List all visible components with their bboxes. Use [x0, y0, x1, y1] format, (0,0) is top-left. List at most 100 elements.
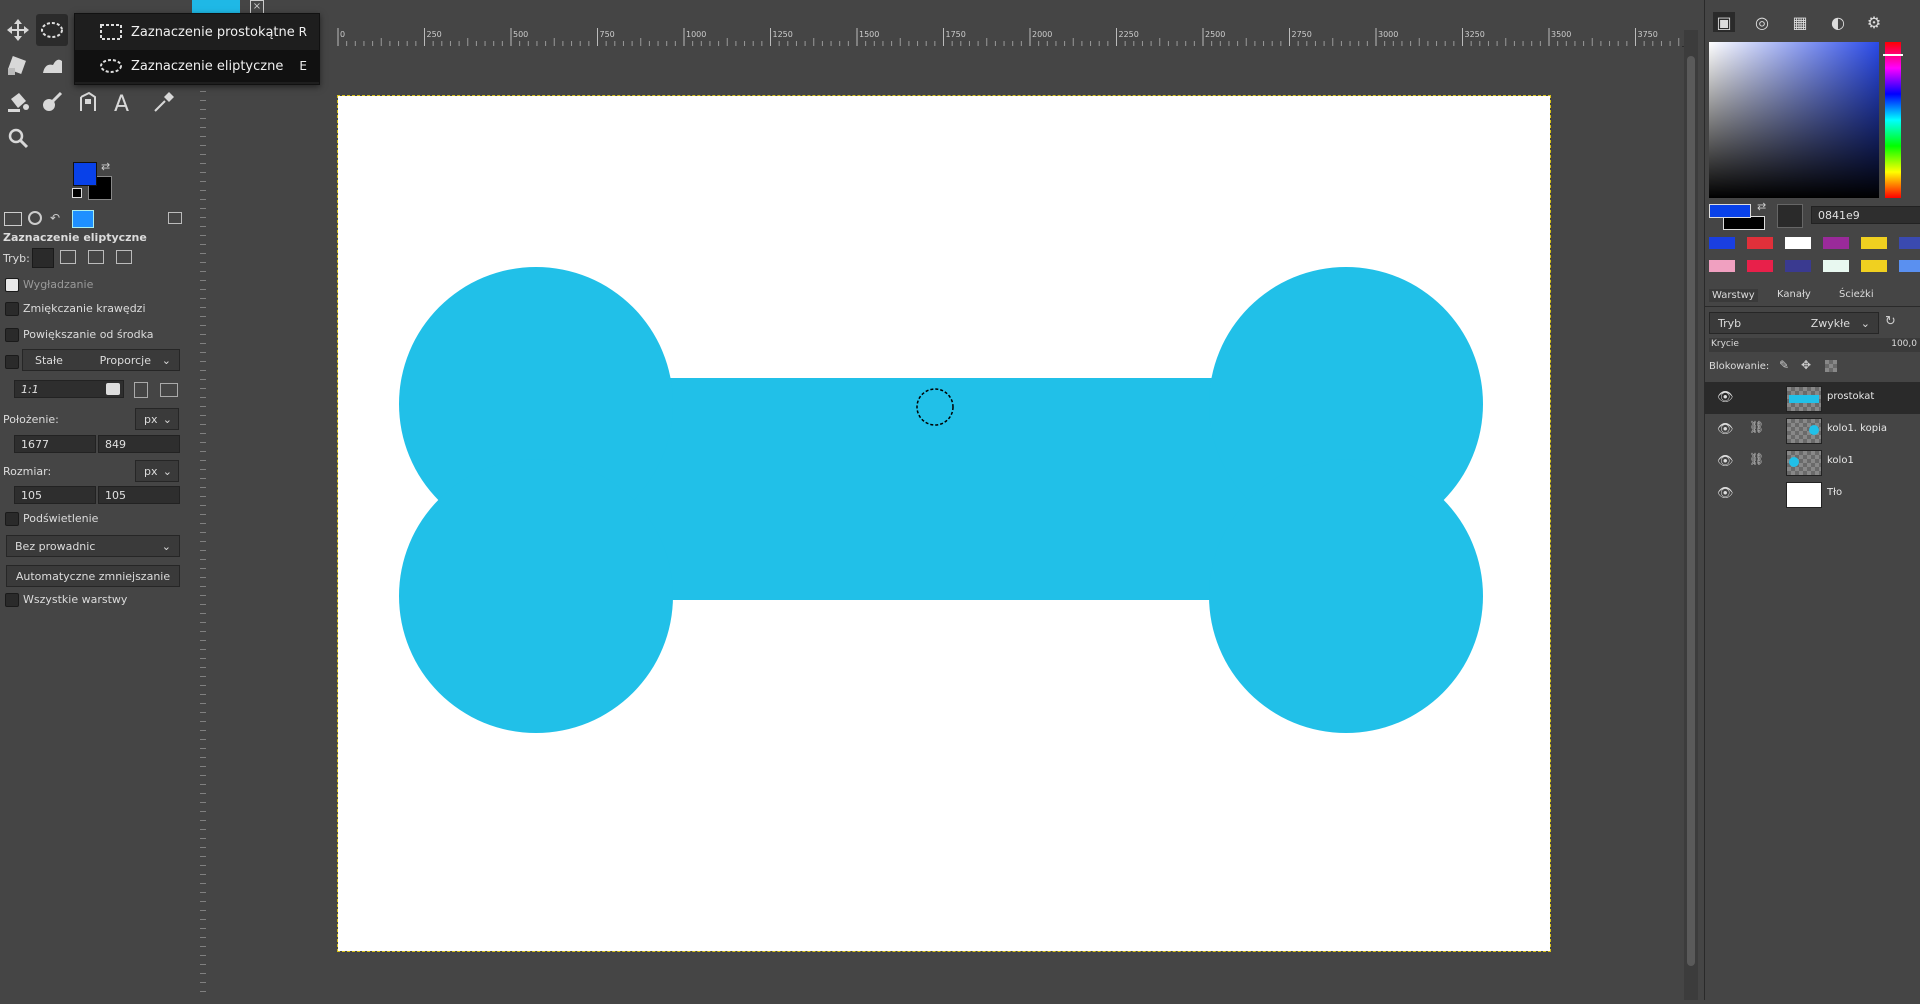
- default-colors-icon[interactable]: [72, 188, 82, 198]
- palette-swatch[interactable]: [1709, 237, 1735, 249]
- palette-swatch[interactable]: [1861, 237, 1887, 249]
- paintbrush-tool-icon[interactable]: [36, 86, 68, 118]
- text-tool-icon[interactable]: A: [108, 86, 140, 118]
- feather-checkbox[interactable]: [5, 302, 19, 316]
- layer-name[interactable]: prostokat: [1827, 391, 1874, 402]
- palette-swatch[interactable]: [1823, 260, 1849, 272]
- scrollbar-thumb[interactable]: [1687, 56, 1695, 966]
- layer-name[interactable]: Tło: [1827, 487, 1842, 498]
- position-unit-dropdown[interactable]: px ⌄: [135, 408, 179, 430]
- vertical-scrollbar[interactable]: [1684, 30, 1698, 1000]
- device-status-tab-icon[interactable]: [28, 211, 42, 225]
- mode-replace-button[interactable]: [32, 248, 54, 268]
- expand-from-center-checkbox[interactable]: [5, 328, 19, 342]
- layer-name[interactable]: kolo1. kopia: [1827, 423, 1887, 434]
- ellipse-select-tool-icon[interactable]: [36, 14, 68, 46]
- ruler-label: 3250: [1465, 30, 1485, 39]
- layer-thumbnail: [1786, 386, 1822, 412]
- foreground-color-swatch[interactable]: [73, 162, 97, 186]
- layer-mode-dropdown[interactable]: Tryb Zwykłe ⌄: [1709, 312, 1879, 334]
- antialias-checkbox[interactable]: [5, 278, 19, 292]
- ruler-label: 0: [340, 30, 345, 39]
- eye-icon[interactable]: 👁: [1717, 486, 1734, 501]
- opacity-slider[interactable]: Krycie 100,0: [1709, 338, 1920, 352]
- image-canvas[interactable]: [337, 95, 1551, 952]
- images-tab-icon[interactable]: [72, 210, 94, 228]
- palette-swatch[interactable]: [1861, 260, 1887, 272]
- ruler-label: 2500: [1205, 30, 1225, 39]
- zoom-tool-icon[interactable]: [2, 122, 34, 154]
- chain-link-icon[interactable]: ⛓: [1749, 452, 1764, 466]
- gradients-tab-icon[interactable]: ◐: [1827, 12, 1849, 32]
- warp-tool-icon[interactable]: [36, 50, 68, 82]
- autoshrink-button[interactable]: Automatyczne zmniejszanie: [6, 565, 180, 587]
- palette-swatch[interactable]: [1785, 260, 1811, 272]
- layer-thumbnail: [1786, 418, 1822, 444]
- bucket-fill-tool-icon[interactable]: [2, 86, 34, 118]
- tool-options-tab-icon[interactable]: [4, 212, 22, 226]
- close-icon[interactable]: ×: [250, 0, 264, 14]
- patterns-tab-icon[interactable]: ▦: [1789, 12, 1811, 32]
- fixed-dropdown[interactable]: Stałe Proporcje ⌄: [22, 349, 180, 371]
- foreground-color-swatch[interactable]: [1709, 204, 1751, 218]
- layer-row-prostokat[interactable]: 👁 prostokat: [1705, 382, 1920, 414]
- lock-position-icon[interactable]: ✥: [1801, 358, 1811, 372]
- palette-swatch[interactable]: [1747, 260, 1773, 272]
- palette-swatch[interactable]: [1823, 237, 1849, 249]
- image-tab-thumbnail[interactable]: [192, 0, 240, 14]
- move-tool-icon[interactable]: [2, 14, 34, 46]
- all-layers-checkbox[interactable]: [5, 593, 19, 607]
- clear-ratio-icon[interactable]: [106, 383, 120, 395]
- palette-swatch[interactable]: [1785, 237, 1811, 249]
- tab-layers[interactable]: Warstwy: [1709, 289, 1758, 302]
- layer-row-kolo1-kopia[interactable]: 👁 ⛓ kolo1. kopia: [1705, 414, 1920, 446]
- lock-pixels-icon[interactable]: ✎: [1779, 358, 1789, 372]
- hue-slider[interactable]: [1885, 42, 1901, 198]
- lock-alpha-icon[interactable]: [1825, 360, 1837, 372]
- mode-add-button[interactable]: [60, 250, 76, 264]
- size-width-input[interactable]: 105: [14, 486, 96, 504]
- rect-select-menu-item[interactable]: Zaznaczenie prostokątne R: [75, 16, 319, 48]
- mode-intersect-button[interactable]: [116, 250, 132, 264]
- reset-mode-icon[interactable]: ↻: [1885, 314, 1896, 329]
- size-height-input[interactable]: 105: [98, 486, 180, 504]
- eye-icon[interactable]: 👁: [1717, 454, 1734, 469]
- position-x-input[interactable]: 1677: [14, 435, 96, 453]
- palette-swatch[interactable]: [1747, 237, 1773, 249]
- tab-channels[interactable]: Kanały: [1777, 289, 1811, 300]
- palette-tab-icon[interactable]: ◎: [1751, 12, 1773, 32]
- size-unit-dropdown[interactable]: px ⌄: [135, 460, 179, 482]
- configure-tab-icon[interactable]: [168, 212, 182, 224]
- transform-tool-icon[interactable]: [2, 50, 34, 82]
- swap-colors-icon[interactable]: ⇄: [101, 160, 110, 173]
- brushes-tab-icon[interactable]: ⚙: [1863, 12, 1885, 32]
- background-color-swatch[interactable]: [1723, 216, 1765, 230]
- color-saturation-value-square[interactable]: [1709, 42, 1879, 198]
- eye-icon[interactable]: 👁: [1717, 422, 1734, 437]
- swap-colors-icon[interactable]: ⇄: [1757, 200, 1766, 213]
- layer-name[interactable]: kolo1: [1827, 455, 1854, 466]
- palette-swatch[interactable]: [1899, 260, 1920, 272]
- portrait-icon[interactable]: [134, 382, 148, 398]
- layer-row-tlo[interactable]: 👁 Tło: [1705, 478, 1920, 510]
- eye-icon[interactable]: 👁: [1717, 390, 1734, 405]
- palette-swatch[interactable]: [1709, 260, 1735, 272]
- palette-swatch[interactable]: [1899, 237, 1920, 249]
- rect-select-shortcut: R: [298, 25, 307, 39]
- tab-paths[interactable]: Ścieżki: [1839, 289, 1874, 300]
- position-y-input[interactable]: 849: [98, 435, 180, 453]
- undo-history-tab-icon[interactable]: ↶: [50, 211, 60, 225]
- fg-bg-colors-tab-icon[interactable]: ▣: [1713, 12, 1735, 32]
- mode-subtract-button[interactable]: [88, 250, 104, 264]
- fixed-checkbox[interactable]: [5, 355, 19, 369]
- hex-color-input[interactable]: 0841e9: [1811, 206, 1920, 224]
- guides-dropdown[interactable]: Bez prowadnic ⌄: [6, 535, 180, 557]
- highlight-checkbox[interactable]: [5, 512, 19, 526]
- color-picker-icon[interactable]: [1777, 204, 1803, 228]
- chain-link-icon[interactable]: ⛓: [1749, 420, 1764, 434]
- color-picker-tool-icon[interactable]: [148, 86, 180, 118]
- landscape-icon[interactable]: [160, 383, 178, 397]
- clone-tool-icon[interactable]: [72, 86, 104, 118]
- layer-row-kolo1[interactable]: 👁 ⛓ kolo1: [1705, 446, 1920, 478]
- ellipse-select-menu-item[interactable]: Zaznaczenie eliptyczne E: [75, 50, 319, 82]
